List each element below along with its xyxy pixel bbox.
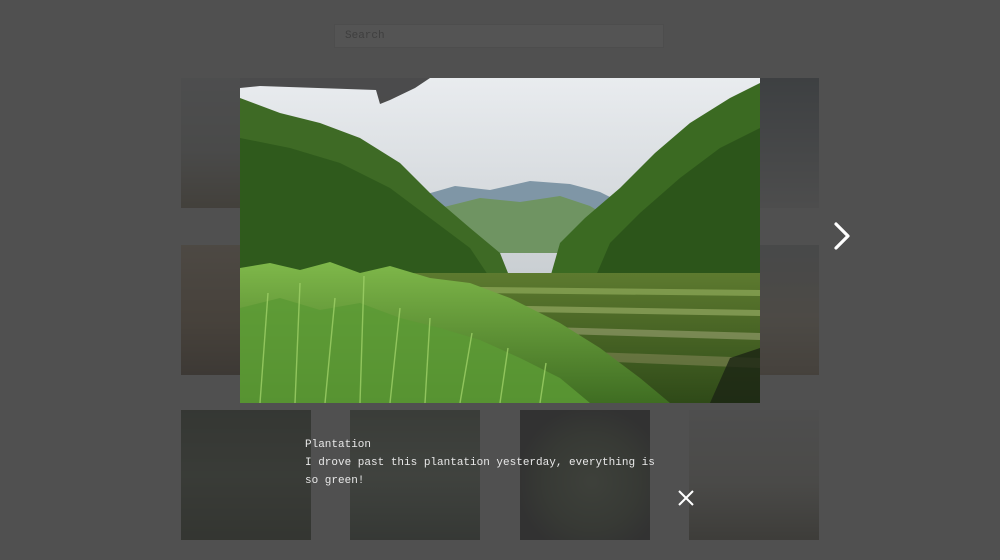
caption-text: I drove past this plantation yesterday, … [305,457,655,487]
caption-title: Plantation [305,439,372,451]
chevron-right-icon [834,222,850,250]
close-icon [678,490,694,506]
next-image-button[interactable] [828,220,856,252]
lightbox-caption: Plantation I drove past this plantation … [305,436,665,490]
close-lightbox-button[interactable] [675,487,697,509]
lightbox-photo [240,78,760,403]
